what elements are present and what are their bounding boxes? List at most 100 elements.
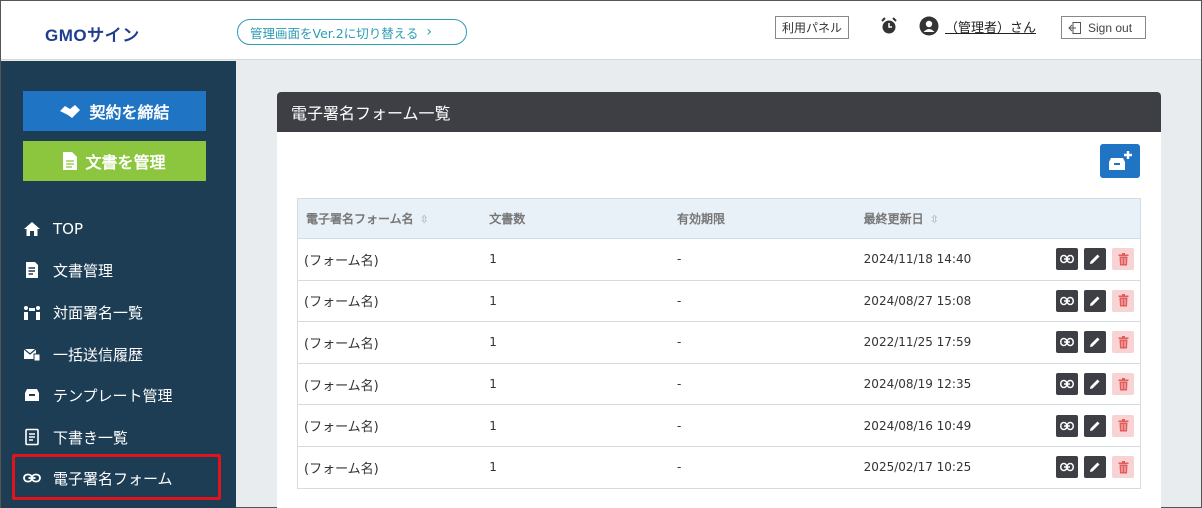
form-name-cell[interactable]: (フォーム名) — [297, 404, 482, 447]
actions-cell — [1038, 280, 1142, 323]
add-form-button[interactable] — [1100, 144, 1140, 178]
signout-label: Sign out — [1088, 20, 1133, 35]
manage-docs-button[interactable]: 文書を管理 — [23, 141, 206, 181]
doc-count-cell: 1 — [481, 280, 669, 323]
copy-link-button[interactable] — [1056, 331, 1078, 354]
doc-count-cell: 1 — [481, 321, 669, 364]
delete-button[interactable] — [1112, 331, 1134, 354]
table-row: (フォーム名) 1-2024/08/16 10:49 — [297, 404, 1142, 447]
link-icon — [1060, 296, 1074, 306]
sidebar-item-bulk-send[interactable]: 一括送信履歴 — [23, 342, 143, 366]
row-actions — [1046, 248, 1140, 271]
switch-version-button[interactable]: 管理画面をVer.2に切り替える › — [237, 19, 467, 45]
copy-link-button[interactable] — [1056, 373, 1078, 396]
delete-button[interactable] — [1112, 414, 1134, 437]
copy-link-button[interactable] — [1056, 248, 1078, 271]
sidebar-item-top[interactable]: TOP — [23, 217, 83, 241]
handshake-icon — [60, 105, 81, 118]
card-title: 電子署名フォーム一覧 — [277, 92, 1161, 132]
row-actions — [1046, 414, 1140, 437]
edit-button[interactable] — [1084, 289, 1106, 312]
user-avatar-icon[interactable] — [919, 16, 939, 36]
form-name-cell[interactable]: (フォーム名) — [297, 238, 482, 281]
form-name-cell[interactable]: (フォーム名) — [297, 321, 482, 364]
delete-button[interactable] — [1112, 373, 1134, 396]
copy-link-button[interactable] — [1056, 456, 1078, 479]
alarm-clock-icon[interactable] — [879, 16, 899, 36]
actions-cell — [1038, 446, 1142, 489]
signout-button[interactable]: Sign out — [1061, 16, 1146, 39]
user-name-link[interactable]: （管理者）さん — [945, 17, 1036, 36]
draft-icon — [25, 428, 39, 446]
expiry-cell: - — [668, 363, 856, 406]
trash-icon — [1118, 419, 1128, 432]
form-name-cell[interactable]: (フォーム名) — [297, 280, 482, 323]
add-template-icon — [1109, 151, 1132, 170]
form-table: 電子署名フォーム名 ⇳ 文書数 有効期限 最終更新日 ⇳ (フォーム名) 1-2024… — [297, 198, 1142, 489]
actions-cell — [1038, 238, 1142, 281]
contract-button-label: 契約を締結 — [89, 103, 170, 122]
edit-button[interactable] — [1084, 331, 1106, 354]
sort-icon[interactable]: ⇳ — [930, 213, 939, 226]
sidebar-item-documents[interactable]: 文書管理 — [23, 258, 113, 282]
form-list-card: 電子署名フォーム一覧 電子署名フォーム名 ⇳ 文書数 有効期限 最終更新日 ⇳ (フ… — [277, 92, 1161, 508]
gmo-sign-logo[interactable]: GMOサイン — [45, 21, 140, 46]
column-header-actions — [1038, 198, 1142, 239]
delete-button[interactable] — [1112, 248, 1134, 271]
sidebar-item-label: テンプレート管理 — [53, 386, 173, 405]
row-actions — [1046, 456, 1140, 479]
column-header-name[interactable]: 電子署名フォーム名 ⇳ — [297, 198, 482, 239]
sort-icon[interactable]: ⇳ — [420, 213, 429, 226]
copy-link-button[interactable] — [1056, 289, 1078, 312]
manage-docs-button-label: 文書を管理 — [85, 153, 166, 172]
updated-cell: 2024/08/27 15:08 — [855, 280, 1039, 323]
updated-cell: 2025/02/17 10:25 — [855, 446, 1039, 489]
actions-cell — [1038, 363, 1142, 406]
sidebar-item-label: 下書き一覧 — [53, 428, 129, 447]
edit-button[interactable] — [1084, 414, 1106, 437]
link-icon — [1060, 255, 1074, 264]
delete-button[interactable] — [1112, 289, 1134, 312]
sidebar-item-label: TOP — [53, 220, 84, 238]
contract-button[interactable]: 契約を締結 — [23, 91, 206, 131]
actions-cell — [1038, 404, 1142, 447]
delete-button[interactable] — [1112, 456, 1134, 479]
pencil-icon — [1090, 379, 1100, 390]
edit-button[interactable] — [1084, 248, 1106, 271]
link-icon — [1060, 463, 1074, 472]
template-icon — [25, 389, 39, 401]
top-header: GMOサイン 管理画面をVer.2に切り替える › 利用パネル （管理者）さん … — [1, 1, 1201, 60]
expiry-cell: - — [668, 404, 856, 447]
doc-count-cell: 1 — [481, 446, 669, 489]
expiry-cell: - — [668, 321, 856, 364]
expiry-cell: - — [668, 280, 856, 323]
edit-button[interactable] — [1084, 373, 1106, 396]
edit-button[interactable] — [1084, 456, 1106, 479]
form-name-cell[interactable]: (フォーム名) — [297, 446, 482, 489]
link-icon — [1060, 379, 1074, 389]
sidebar-item-label: 一括送信履歴 — [53, 345, 144, 364]
trash-icon — [1118, 294, 1128, 307]
sidebar-item-label: 文書管理 — [53, 261, 114, 280]
table-row: (フォーム名) 1-2024/11/18 14:40 — [297, 238, 1142, 281]
copy-link-button[interactable] — [1056, 414, 1078, 437]
sidebar-item-face-to-face[interactable]: 対面署名一覧 — [23, 300, 143, 324]
row-actions — [1046, 331, 1140, 354]
sidebar-item-templates[interactable]: テンプレート管理 — [23, 383, 173, 407]
sidebar-item-drafts[interactable]: 下書き一覧 — [23, 425, 128, 449]
sidebar-item-label: 対面署名一覧 — [53, 303, 144, 322]
updated-cell: 2024/11/18 14:40 — [855, 238, 1039, 281]
column-header-expiry: 有効期限 — [668, 198, 856, 239]
trash-icon — [1118, 377, 1128, 391]
form-name-cell[interactable]: (フォーム名) — [297, 363, 482, 406]
row-actions — [1046, 373, 1140, 396]
document-icon — [26, 262, 38, 278]
panel-button[interactable]: 利用パネル — [775, 16, 850, 39]
actions-cell — [1038, 321, 1142, 364]
column-header-updated[interactable]: 最終更新日 ⇳ — [855, 198, 1039, 239]
pencil-icon — [1090, 337, 1100, 348]
sidebar: 契約を締結 文書を管理 TOP 文書管理 対面署名一覧 一括送信履歴 テンプレー… — [1, 61, 236, 508]
doc-count-cell: 1 — [481, 404, 669, 447]
pencil-icon — [1090, 296, 1100, 306]
link-icon — [1060, 338, 1074, 347]
